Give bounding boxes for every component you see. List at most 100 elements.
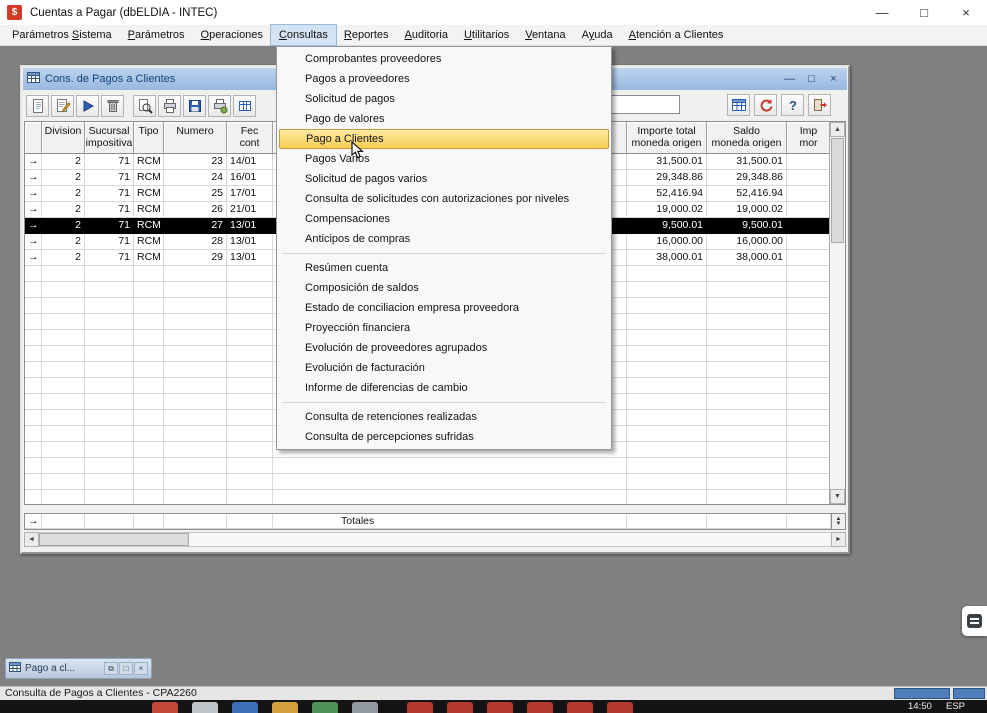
- toolbar-button-export-grid[interactable]: [233, 95, 256, 117]
- taskbar-app-icon[interactable]: [272, 702, 298, 713]
- menu-item-estado-de-conciliacion-empresa-proveedora[interactable]: Estado de conciliacion empresa proveedor…: [279, 298, 609, 318]
- cell-empty: [227, 266, 273, 282]
- toolbar-button-print-setup[interactable]: [208, 95, 231, 117]
- toolbar-button-help[interactable]: ?: [781, 94, 804, 116]
- taskbar-language[interactable]: ESP: [946, 701, 965, 712]
- menu-item-consulta-de-retenciones-realizadas[interactable]: Consulta de retenciones realizadas: [279, 407, 609, 427]
- scroll-right-button[interactable]: ►: [831, 532, 846, 547]
- cell-empty: [707, 474, 787, 490]
- toolbar-button-delete-record[interactable]: [101, 95, 124, 117]
- taskbar-app-icon[interactable]: [152, 702, 178, 713]
- column-header-importe[interactable]: Importe total moneda origen: [627, 122, 707, 154]
- table-row-empty: [25, 490, 829, 504]
- taskbar-app-icon[interactable]: [312, 702, 338, 713]
- menubar-item-atencion-a-clientes[interactable]: Atención a Clientes: [621, 25, 732, 45]
- cell-empty: [42, 346, 85, 362]
- child-maximize-button[interactable]: □: [805, 69, 818, 89]
- toolbar-button-preview[interactable]: [133, 95, 156, 117]
- chat-widget[interactable]: [962, 606, 987, 636]
- run-query-icon: [80, 98, 96, 114]
- cell-empty: [627, 282, 707, 298]
- menu-item-consulta-de-percepciones-sufridas[interactable]: Consulta de percepciones sufridas: [279, 427, 609, 447]
- menu-item-pagos-varios[interactable]: Pagos Varios: [279, 149, 609, 169]
- cell-empty: [42, 458, 85, 474]
- toolbar-button-exit[interactable]: [808, 94, 831, 116]
- menu-item-comprobantes-proveedores[interactable]: Comprobantes proveedores: [279, 49, 609, 69]
- minimized-close-button[interactable]: ×: [134, 662, 148, 675]
- child-minimize-button[interactable]: —: [783, 69, 796, 89]
- menubar-item-auditoria[interactable]: Auditoria: [397, 25, 456, 45]
- toolbar-button-save[interactable]: [183, 95, 206, 117]
- menu-item-resumen-cuenta[interactable]: Resúmen cuenta: [279, 258, 609, 278]
- menubar-item-operaciones[interactable]: Operaciones: [193, 25, 271, 45]
- totals-spinner[interactable]: ▲ ▼: [832, 513, 846, 530]
- cell-empty: [787, 314, 829, 330]
- menubar-item-parametros[interactable]: Parámetros: [120, 25, 193, 45]
- menu-item-solicitud-de-pagos-varios[interactable]: Solicitud de pagos varios: [279, 169, 609, 189]
- minimize-button[interactable]: —: [861, 0, 903, 25]
- menu-item-consulta-de-solicitudes-con-autorizaciones-por-niveles[interactable]: Consulta de solicitudes con autorizacion…: [279, 189, 609, 209]
- toolbar-button-run-query[interactable]: [76, 95, 99, 117]
- column-header-tipo[interactable]: Tipo: [134, 122, 164, 154]
- menu-item-informe-de-diferencias-de-cambio[interactable]: Informe de diferencias de cambio: [279, 378, 609, 398]
- taskbar-app-icon[interactable]: [447, 702, 473, 713]
- menu-item-solicitud-de-pagos[interactable]: Solicitud de pagos: [279, 89, 609, 109]
- vertical-scroll-track[interactable]: [830, 137, 845, 489]
- menu-item-pago-a-clientes[interactable]: Pago a Clientes: [279, 129, 609, 149]
- menu-item-composicion-de-saldos[interactable]: Composición de saldos: [279, 278, 609, 298]
- column-header-imp2[interactable]: Imp mor: [787, 122, 829, 154]
- taskbar-app-icon[interactable]: [407, 702, 433, 713]
- toolbar-button-print[interactable]: [158, 95, 181, 117]
- taskbar-app-icon[interactable]: [487, 702, 513, 713]
- menu-item-evolucion-de-proveedores-agrupados[interactable]: Evolución de proveedores agrupados: [279, 338, 609, 358]
- menubar-item-consultas[interactable]: Consultas: [271, 25, 336, 45]
- cell-empty: [273, 458, 627, 474]
- horizontal-scroll-thumb[interactable]: [39, 533, 189, 546]
- cell-tipo: RCM: [134, 234, 164, 250]
- minimized-restore-button[interactable]: ⧉: [104, 662, 118, 675]
- menu-item-anticipos-de-compras[interactable]: Anticipos de compras: [279, 229, 609, 249]
- vertical-scroll-thumb[interactable]: [831, 138, 844, 243]
- menu-item-proyeccion-financiera[interactable]: Proyección financiera: [279, 318, 609, 338]
- cell-empty: [164, 394, 227, 410]
- vertical-scrollbar[interactable]: ▲ ▼: [829, 122, 845, 504]
- menubar-item-ventana[interactable]: Ventana: [517, 25, 573, 45]
- cell-empty: [134, 314, 164, 330]
- menubar-item-ayuda[interactable]: Ayuda: [574, 25, 621, 45]
- cell-division: 2: [42, 218, 85, 234]
- column-header-division[interactable]: Division: [42, 122, 85, 154]
- totals-cell-division: [42, 514, 85, 529]
- child-close-button[interactable]: ×: [827, 69, 840, 89]
- menu-item-evolucion-de-facturacion[interactable]: Evolución de facturación: [279, 358, 609, 378]
- scroll-left-button[interactable]: ◄: [24, 532, 39, 547]
- close-button[interactable]: ×: [945, 0, 987, 25]
- toolbar-button-edit-record[interactable]: [51, 95, 74, 117]
- menu-item-pagos-a-proveedores[interactable]: Pagos a proveedores: [279, 69, 609, 89]
- taskbar-app-icon[interactable]: [192, 702, 218, 713]
- scroll-up-button[interactable]: ▲: [830, 122, 845, 137]
- maximize-button[interactable]: □: [903, 0, 945, 25]
- horizontal-scrollbar[interactable]: ◄ ►: [24, 532, 846, 547]
- column-header-numero[interactable]: Numero: [164, 122, 227, 154]
- horizontal-scroll-track[interactable]: [39, 532, 831, 547]
- minimized-window-pago-a-clientes[interactable]: Pago a cl... ⧉ □ ×: [5, 658, 152, 679]
- taskbar-app-icon[interactable]: [567, 702, 593, 713]
- taskbar-app-icon[interactable]: [527, 702, 553, 713]
- menubar-item-utilitarios[interactable]: Utilitarios: [456, 25, 517, 45]
- menubar-item-parametros-sistema[interactable]: Parámetros Sistema: [4, 25, 120, 45]
- toolbar-button-new-record[interactable]: [26, 95, 49, 117]
- menubar-item-reportes[interactable]: Reportes: [336, 25, 397, 45]
- column-header-sucursal[interactable]: Sucursal impositiva: [85, 122, 134, 154]
- menu-item-compensaciones[interactable]: Compensaciones: [279, 209, 609, 229]
- minimized-maximize-button[interactable]: □: [119, 662, 133, 675]
- column-header-indicator[interactable]: [25, 122, 42, 154]
- taskbar-app-icon[interactable]: [232, 702, 258, 713]
- toolbar-button-refresh[interactable]: [754, 94, 777, 116]
- taskbar-app-icon[interactable]: [352, 702, 378, 713]
- column-header-saldo[interactable]: Saldo moneda origen: [707, 122, 787, 154]
- column-header-fecha[interactable]: Fec cont: [227, 122, 273, 154]
- menu-item-pago-de-valores[interactable]: Pago de valores: [279, 109, 609, 129]
- toolbar-button-table-view[interactable]: [727, 94, 750, 116]
- scroll-down-button[interactable]: ▼: [830, 489, 845, 504]
- taskbar-app-icon[interactable]: [607, 702, 633, 713]
